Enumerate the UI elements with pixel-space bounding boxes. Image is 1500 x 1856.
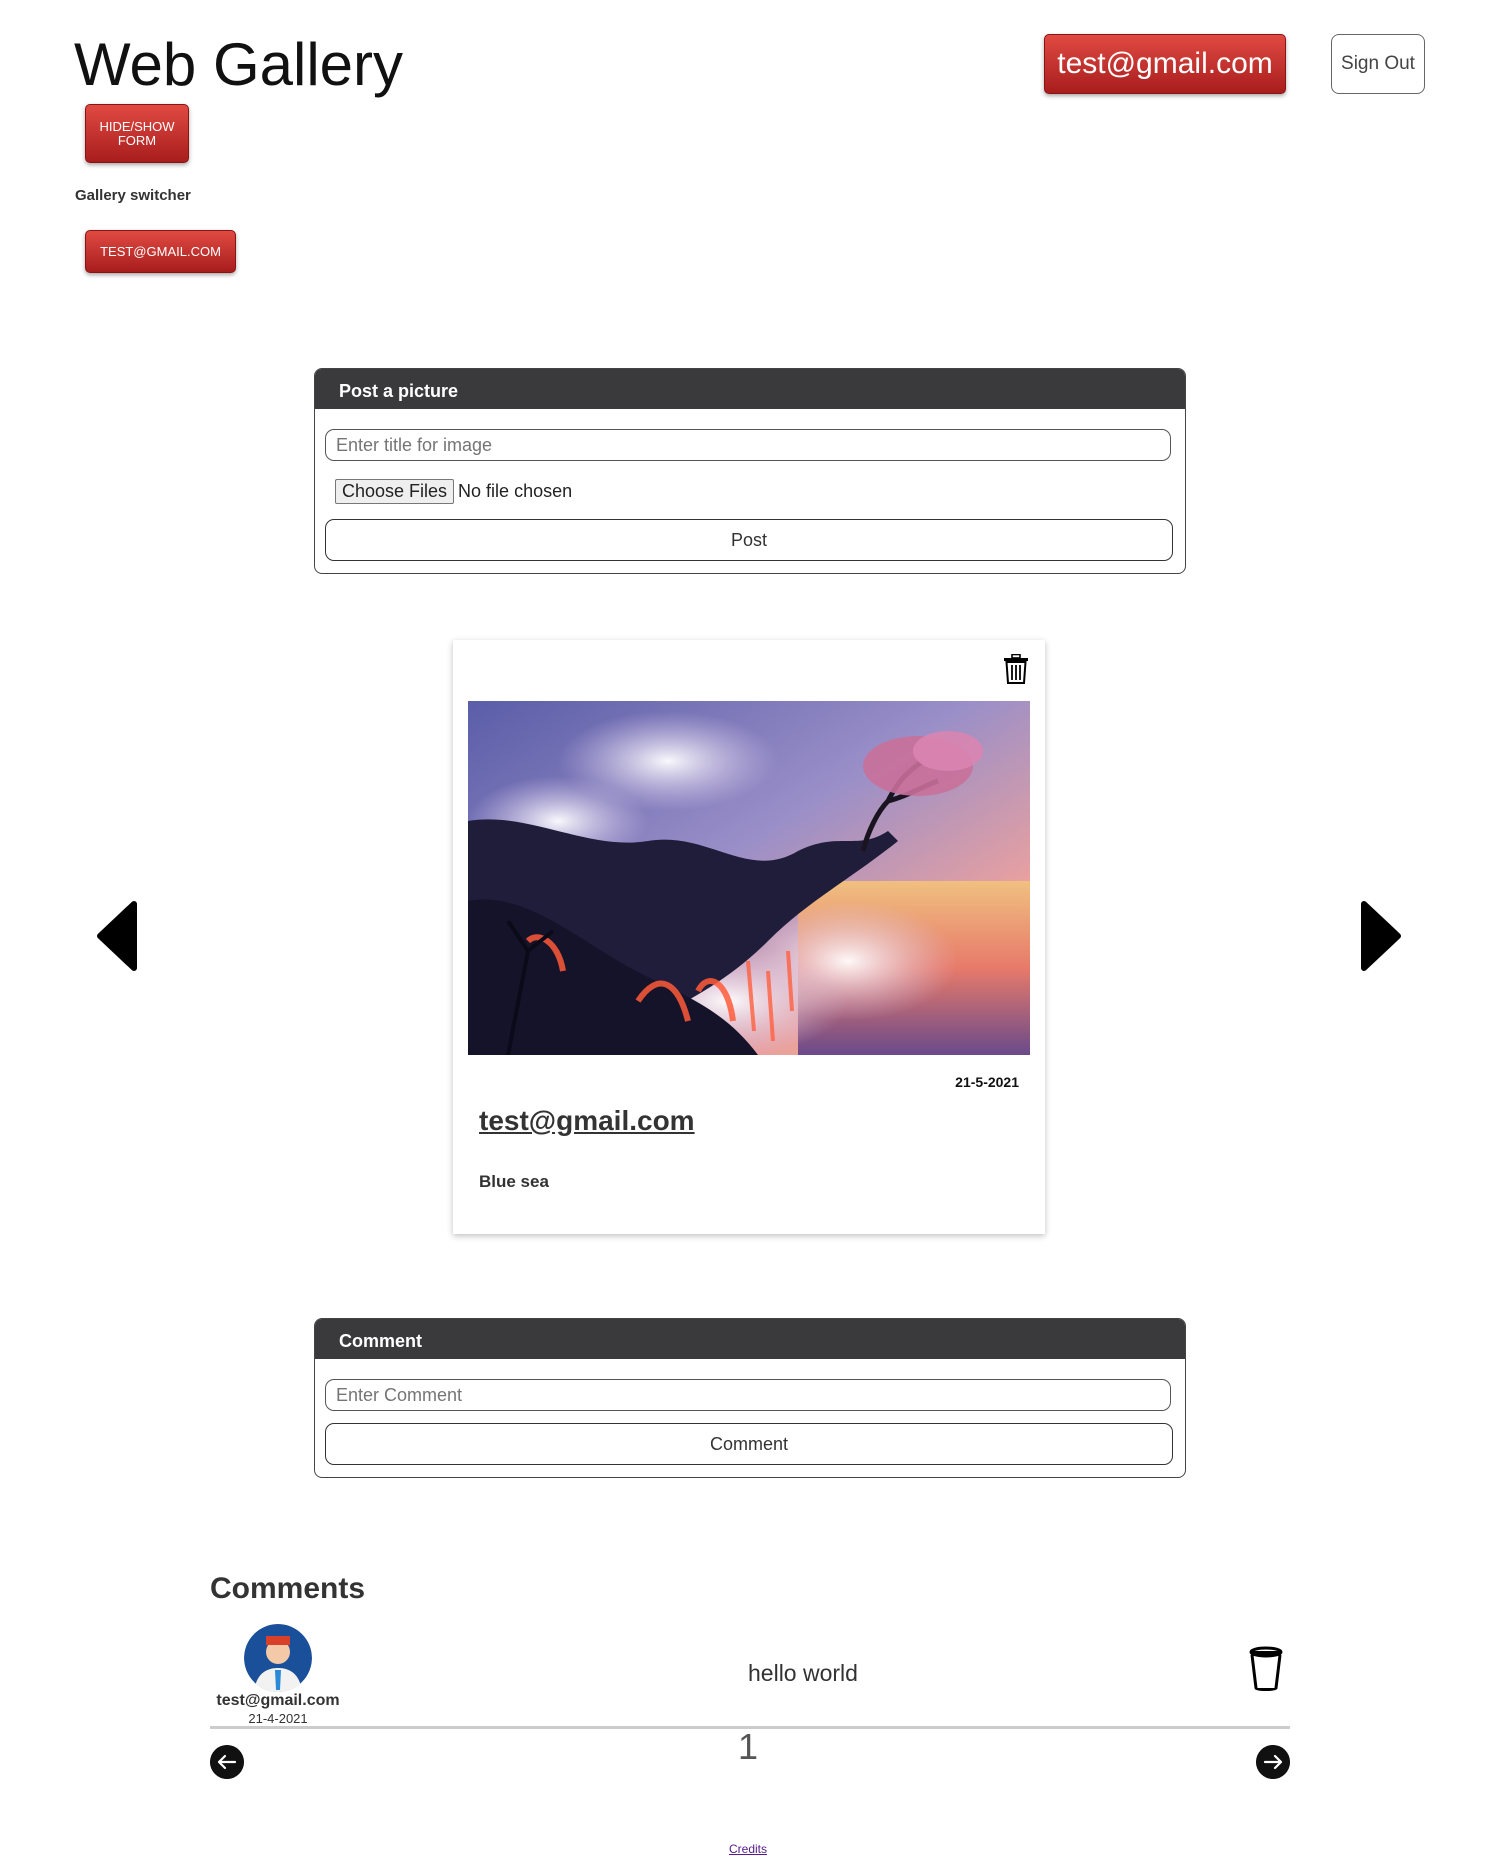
page-number: 1	[738, 1726, 759, 1767]
signout-button[interactable]: Sign Out	[1331, 34, 1425, 94]
comment-date: 21-4-2021	[248, 1711, 308, 1726]
arrow-right-circle-icon[interactable]	[1256, 1745, 1290, 1779]
comment-input[interactable]	[325, 1379, 1171, 1411]
file-status: No file chosen	[458, 481, 573, 501]
image-card: 21-5-2021 test@gmail.com Blue sea	[453, 640, 1045, 1234]
cup-trash-icon[interactable]	[1248, 1646, 1284, 1692]
comment-submit-button[interactable]: Comment	[325, 1423, 1173, 1465]
previous-image-icon[interactable]	[94, 900, 142, 972]
arrow-left-circle-icon[interactable]	[210, 1745, 244, 1779]
comments-heading: Comments	[210, 1572, 366, 1605]
choose-files-button[interactable]: Choose Files	[335, 479, 455, 504]
comment-form: Comment Comment	[314, 1318, 1186, 1478]
site-title: Web Gallery	[74, 31, 404, 98]
gallery-switcher-label: Gallery switcher	[75, 187, 191, 204]
post-form-heading: Post a picture	[315, 369, 1185, 409]
post-date: 21-5-2021	[955, 1074, 1019, 1090]
file-picker: Choose Files No file chosen	[335, 479, 572, 504]
trash-icon[interactable]	[1003, 654, 1029, 684]
post-picture-form: Post a picture Choose Files No file chos…	[314, 368, 1186, 574]
comment-author: test@gmail.com	[216, 1692, 340, 1709]
gallery-switch-button[interactable]: TEST@GMAIL.COM	[85, 230, 236, 273]
comment-text: hello world	[748, 1660, 858, 1686]
post-author-link[interactable]: test@gmail.com	[479, 1105, 695, 1137]
hide-show-form-button[interactable]: HIDE/SHOW FORM	[85, 104, 189, 163]
credits-link[interactable]: Credits	[729, 1842, 767, 1856]
comment-form-heading: Comment	[315, 1319, 1185, 1359]
post-title: Blue sea	[479, 1172, 549, 1191]
user-button[interactable]: test@gmail.com	[1044, 34, 1286, 94]
image-title-input[interactable]	[325, 429, 1171, 461]
next-image-icon[interactable]	[1356, 900, 1404, 972]
user-avatar-icon	[244, 1624, 312, 1692]
post-button[interactable]: Post	[325, 519, 1173, 561]
gallery-image	[468, 701, 1030, 1055]
